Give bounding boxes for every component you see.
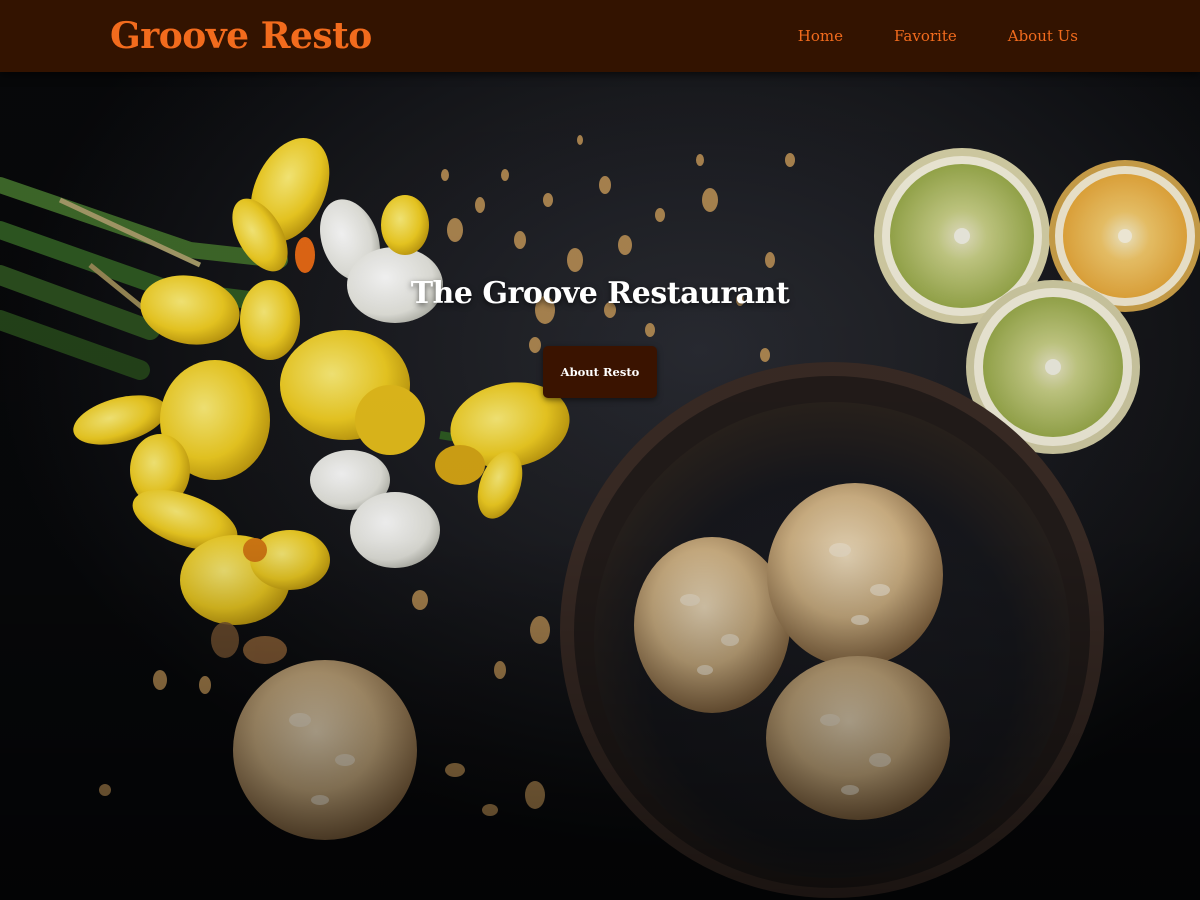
nav-item-about-us: About Us: [1008, 24, 1078, 48]
nav-link-favorite[interactable]: Favorite: [894, 27, 957, 45]
hero-dark-overlay: [0, 0, 1200, 900]
nav-item-home: Home: [798, 24, 843, 48]
nav-item-favorite: Favorite: [894, 24, 957, 48]
nav-link-about-us[interactable]: About Us: [1008, 27, 1078, 45]
hero-section: The Groove Restaurant About Resto: [0, 270, 1200, 398]
page: Groove Resto Home Favorite About Us The …: [0, 0, 1200, 900]
top-navbar: Groove Resto Home Favorite About Us: [0, 0, 1200, 72]
hero-title: The Groove Restaurant: [410, 276, 790, 311]
nav-links: Home Favorite About Us: [747, 24, 1078, 48]
about-resto-button[interactable]: About Resto: [542, 346, 658, 398]
brand-logo-text[interactable]: Groove Resto: [110, 13, 372, 59]
nav-link-home[interactable]: Home: [798, 27, 843, 45]
